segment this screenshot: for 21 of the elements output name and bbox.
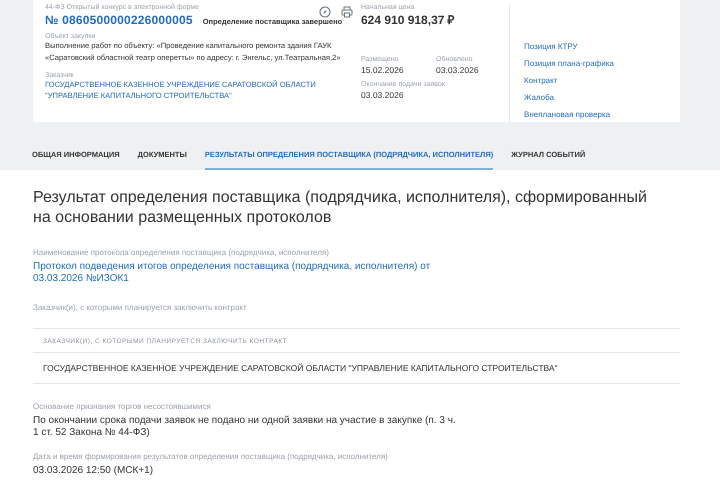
date-value: 15.02.2026 xyxy=(361,65,405,75)
table-cell: ГОСУДАРСТВЕННОЕ КАЗЕННОЕ УЧРЕЖДЕНИЕ САРАТОВСКОЙ ОБЛАСТИ "УПРАВЛЕНИЕ КАПИТАЛЬНОГО СТРОИТЕЛЬСТВА" xyxy=(33,353,680,384)
print-icon[interactable] xyxy=(341,6,353,18)
field-label: Заказчик(и), с которыми планируется заключить контракт xyxy=(33,303,248,312)
field-value: 03.03.2026 12:50 (МСК+1) xyxy=(33,465,154,477)
related-link[interactable]: Контракт xyxy=(524,74,614,87)
date-value: 03.03.2026 xyxy=(436,65,480,75)
section-title: Результат определения поставщика (подрядчика, исполнителя), сформированный на основании размещенных протоколов xyxy=(33,188,648,228)
compass-icon[interactable] xyxy=(319,6,331,18)
initial-price: 624 910 918,37 ₽ xyxy=(361,12,456,28)
protocol-link[interactable]: Протокол подведения итогов определения поставщика (подрядчика, исполнителя) от 03.03.2026 №ИЗОК1 xyxy=(33,261,473,285)
field-label: Наименование протокола определения поставщика (подрядчика, исполнителя) xyxy=(33,248,330,257)
related-link[interactable]: Позиция КТРУ xyxy=(524,40,614,53)
date-value: 03.03.2026 xyxy=(361,90,405,100)
field-value: По окончании срока подачи заявок не подано ни одной заявки на участие в закупке (п. 3 ч. 1 ст. 52 Закона № 44-ФЗ) xyxy=(33,415,457,439)
field-label: Дата и время формирования результатов определения поставщика (подрядчика, исполнителя) xyxy=(33,452,389,461)
related-link[interactable]: Внеплановая проверка xyxy=(524,108,614,121)
field-label: Основание признания торгов несостоявшимися xyxy=(33,402,212,411)
related-link[interactable]: Позиция плана-графика xyxy=(524,57,614,70)
related-link[interactable]: Жалоба xyxy=(524,91,614,104)
procurement-number[interactable]: № 0860500000226000005 xyxy=(45,13,193,27)
